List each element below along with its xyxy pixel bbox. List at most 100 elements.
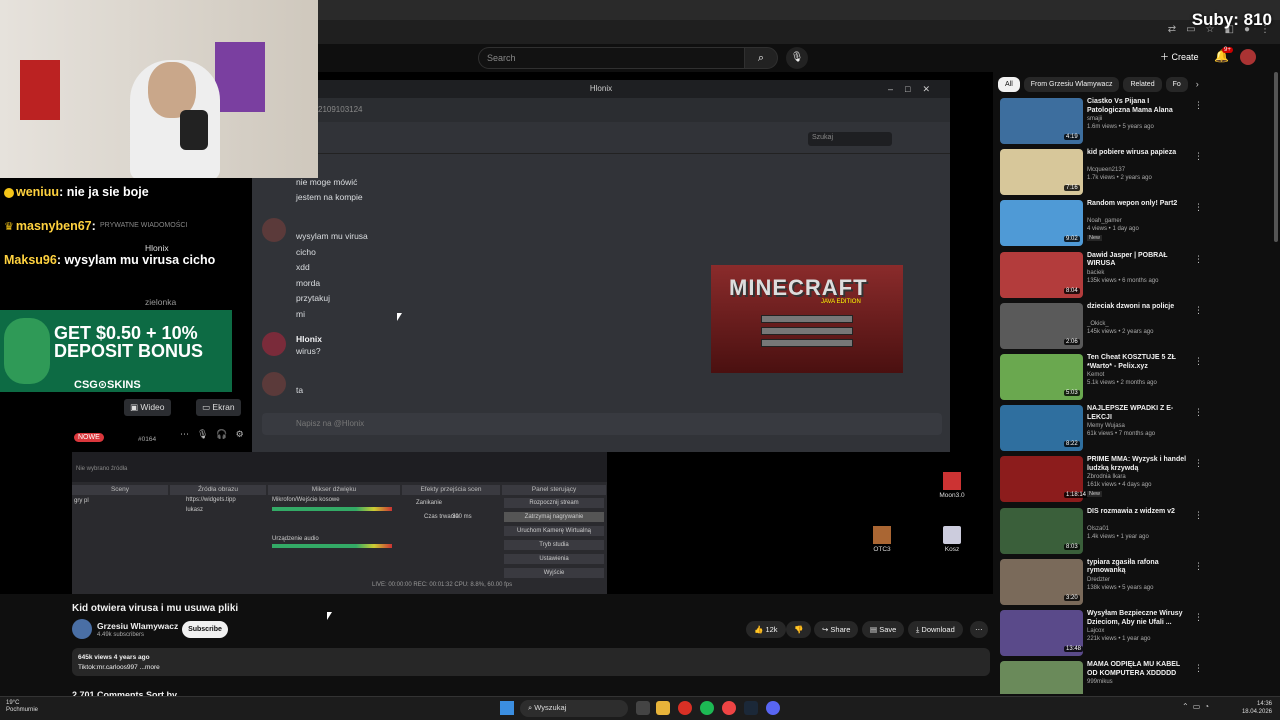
related-video-item[interactable]: 4:19 Ciastko Vs Pijana I Patologiczna Mam… xyxy=(998,98,1280,148)
related-video-item[interactable]: 1:18:14 PRIME MMA: Wyzysk i handel ludzką… xyxy=(998,456,1280,506)
related-video-channel[interactable]: Memy Wujasa xyxy=(1087,423,1125,429)
obs-start-stream-button[interactable]: Rozpocznij stream xyxy=(504,498,604,508)
obs-stop-recording-button[interactable]: Zatrzymaj nagrywanie xyxy=(504,512,604,522)
search-input[interactable]: Search xyxy=(478,47,744,69)
like-button[interactable]: 👍 12k xyxy=(746,621,786,638)
chip-from-channel[interactable]: From Grzesiu Wlamywacz xyxy=(1023,77,1120,92)
related-video-item[interactable]: 2:06 dzieciak dzwoni na policje _Okick_ 145… xyxy=(998,302,1280,353)
obs-source-item[interactable]: https://widgets.tipp xyxy=(186,497,236,503)
translate-icon[interactable]: ⇄ xyxy=(1168,24,1176,35)
create-button[interactable]: ＋ Create xyxy=(1160,50,1199,63)
save-button[interactable]: ▤ Save xyxy=(862,621,905,638)
app-icon[interactable] xyxy=(722,701,736,715)
obs-duration[interactable]: 300 ms xyxy=(452,514,472,520)
channel-avatar[interactable] xyxy=(72,619,92,639)
related-video-title[interactable]: NAJLEPSZE WPADKI Z E-LEKCJI xyxy=(1087,405,1191,422)
more-options-icon[interactable]: ⋮ xyxy=(1194,254,1203,265)
related-video-item[interactable]: 8:04 Dawid Jasper | POBRAŁ WIRUSA baciek 13… xyxy=(998,251,1280,302)
discord-search-input[interactable]: Szukaj xyxy=(808,132,892,146)
dislike-button[interactable]: 👎 xyxy=(786,621,812,638)
video-button[interactable]: ▣ Wideo xyxy=(124,399,171,416)
minecraft-stream-preview[interactable]: MINECRAFT JAVA EDITION xyxy=(711,265,903,373)
spotify-icon[interactable] xyxy=(700,701,714,715)
channel-name[interactable]: Grzesiu Wlamywacz xyxy=(97,621,178,631)
related-video-title[interactable]: kid pobiere wirusa papieza xyxy=(1087,149,1191,158)
related-video-channel[interactable]: Mcqueen2137 xyxy=(1087,167,1125,173)
steam-icon[interactable] xyxy=(744,701,758,715)
desktop-icon-trash[interactable]: Kosz xyxy=(932,526,972,553)
dm-item-zielonka[interactable]: zielonka xyxy=(145,297,176,307)
screen-share-button[interactable]: ▭ Ekran xyxy=(196,399,241,416)
more-options-icon[interactable]: ⋮ xyxy=(1194,510,1203,521)
related-video-title[interactable]: DIS rozmawia z widzem v2 xyxy=(1087,508,1191,517)
voice-controls[interactable]: ⋯🎙🎧⚙ xyxy=(180,429,252,440)
related-video-channel[interactable]: _Okick_ xyxy=(1087,321,1109,327)
related-video-title[interactable]: typiara zgasiła rafona rymowanką xyxy=(1087,559,1191,576)
taskbar-search[interactable]: ⌕ Wyszukaj xyxy=(520,700,628,717)
share-button[interactable]: ↪ Share xyxy=(814,621,859,638)
obs-scene-item[interactable]: gry pl xyxy=(74,498,89,504)
chrome-icon[interactable] xyxy=(678,701,692,715)
chip-more[interactable]: Fo xyxy=(1165,77,1188,92)
related-video-channel[interactable]: baciek xyxy=(1087,270,1104,276)
desktop-icon-moon[interactable]: Moon3.0 xyxy=(932,472,972,499)
related-video-channel[interactable]: Dredzter xyxy=(1087,577,1110,583)
related-video-title[interactable]: Dawid Jasper | POBRAŁ WIRUSA xyxy=(1087,252,1191,269)
subscribe-button[interactable]: Subscribe xyxy=(182,621,228,638)
video-thumbnail[interactable] xyxy=(1000,661,1083,694)
more-options-icon[interactable]: ⋮ xyxy=(1194,663,1203,674)
more-options-icon[interactable]: ⋮ xyxy=(1194,305,1203,316)
search-button[interactable]: ⌕ xyxy=(744,47,778,69)
related-video-item[interactable]: 8:22 NAJLEPSZE WPADKI Z E-LEKCJI Memy Wuja… xyxy=(998,405,1280,455)
related-video-channel[interactable]: Olsza01 xyxy=(1087,526,1109,532)
obs-source-item[interactable]: lukasz xyxy=(186,507,203,513)
obs-transition[interactable]: Zanikanie xyxy=(416,500,442,506)
download-button[interactable]: ⤓ Download xyxy=(908,621,963,638)
related-video-title[interactable]: Ten Cheat KOSZTUJE 5 ZŁ *Warto* - Pelix.… xyxy=(1087,354,1191,371)
more-options-icon[interactable]: ⋮ xyxy=(1194,100,1203,111)
more-actions-button[interactable]: ⋯ xyxy=(970,621,988,638)
related-video-title[interactable]: PRIME MMA: Wyzysk i handel ludzką krzywd… xyxy=(1087,456,1191,473)
more-options-icon[interactable]: ⋮ xyxy=(1194,458,1203,469)
related-video-channel[interactable]: Lajcox xyxy=(1087,628,1104,634)
obs-studio-mode-button[interactable]: Tryb studia xyxy=(504,540,604,550)
related-video-item[interactable]: MAMA ODPIĘŁA MU KABEL OD KOMPUTERA XDDDD… xyxy=(998,661,1280,694)
related-video-channel[interactable]: Zbrodnia Ikara xyxy=(1087,474,1126,480)
related-video-title[interactable]: MAMA ODPIĘŁA MU KABEL OD KOMPUTERA XDDDD… xyxy=(1087,661,1191,678)
obs-exit-button[interactable]: Wyjście xyxy=(504,568,604,578)
related-video-item[interactable]: 5:03 Ten Cheat KOSZTUJE 5 ZŁ *Warto* - Pe… xyxy=(998,354,1280,404)
windows-start-icon[interactable] xyxy=(500,701,514,715)
desktop-icon-otc[interactable]: OTC3 xyxy=(862,526,902,553)
account-avatar[interactable] xyxy=(1240,49,1256,65)
weather-widget[interactable]: 19°C Pochmurnie xyxy=(6,700,38,714)
more-options-icon[interactable]: ⋮ xyxy=(1194,356,1203,367)
obs-virtual-camera-button[interactable]: Uruchom Kamerę Wirtualną xyxy=(504,526,604,536)
voice-search-button[interactable]: 🎙 xyxy=(786,47,808,69)
page-scrollbar[interactable] xyxy=(1274,72,1278,242)
chip-related[interactable]: Related xyxy=(1123,77,1162,92)
related-video-title[interactable]: Wysyłam Bezpieczne Wirusy Dzieciom, Aby … xyxy=(1087,610,1191,627)
related-video-channel[interactable]: Noah_gamer xyxy=(1087,218,1122,224)
more-options-icon[interactable]: ⋮ xyxy=(1194,407,1203,418)
file-explorer-icon[interactable] xyxy=(656,701,670,715)
related-video-channel[interactable]: smajii xyxy=(1087,116,1102,122)
related-video-item[interactable]: 8:03 DIS rozmawia z widzem v2 Olsza01 1.4k … xyxy=(998,507,1280,558)
chevron-right-icon[interactable]: › xyxy=(1192,77,1203,92)
related-video-title[interactable]: dzieciak dzwoni na policje xyxy=(1087,303,1191,312)
related-video-item[interactable]: 3:20 typiara zgasiła rafona rymowanką Dred… xyxy=(998,558,1280,609)
more-options-icon[interactable]: ⋮ xyxy=(1194,151,1203,162)
obs-settings-button[interactable]: Ustawienia xyxy=(504,554,604,564)
description-box[interactable]: 645k views 4 years ago Tiktok:mr.carloos… xyxy=(72,648,990,676)
related-video-channel[interactable]: Kemot xyxy=(1087,372,1104,378)
taskbar-clock[interactable]: 14:36 18.04.2026 xyxy=(1242,700,1272,716)
ad-banner[interactable]: GET $0.50 + 10% DEPOSIT BONUS CSG⊙SKINS xyxy=(0,310,232,392)
discord-icon[interactable] xyxy=(766,701,780,715)
related-video-channel[interactable]: 999mikus xyxy=(1087,679,1113,685)
related-video-item[interactable]: 13:48 Wysyłam Bezpieczne Wirusy Dzieciom,… xyxy=(998,610,1280,660)
chip-all[interactable]: All xyxy=(998,77,1020,92)
task-view-icon[interactable] xyxy=(636,701,650,715)
browser-tabstrip[interactable] xyxy=(318,0,1280,20)
related-video-title[interactable]: Random wepon only! Part2 xyxy=(1087,200,1191,209)
related-video-title[interactable]: Ciastko Vs Pijana I Patologiczna Mama Al… xyxy=(1087,98,1191,115)
system-tray[interactable]: ⌃▭◔ xyxy=(1182,702,1213,711)
